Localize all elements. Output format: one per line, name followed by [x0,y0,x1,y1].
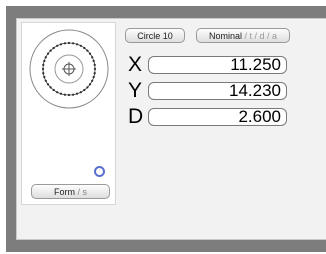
nominal-mode-sub: / t / d / a [242,31,278,41]
nominal-mode-label: Nominal [208,31,242,41]
value-field-y[interactable]: 14.230 [148,82,287,100]
value-field-d[interactable]: 2.600 [148,108,287,126]
axis-label-y: Y [128,79,143,102]
circle-feature-icon [29,29,109,109]
status-ring-icon[interactable] [94,166,105,177]
form-button-sub: / s [74,187,87,197]
form-button[interactable]: Form / s [31,184,110,199]
axis-label-x: X [128,53,143,76]
form-button-label: Form [53,187,75,197]
axis-label-d: D [128,105,144,128]
nominal-mode-button[interactable]: Nominal / t / d / a [196,28,290,43]
feature-name-button[interactable]: Circle 10 [125,28,185,43]
value-field-x[interactable]: 11.250 [148,56,287,74]
feature-preview-pane [21,22,116,205]
